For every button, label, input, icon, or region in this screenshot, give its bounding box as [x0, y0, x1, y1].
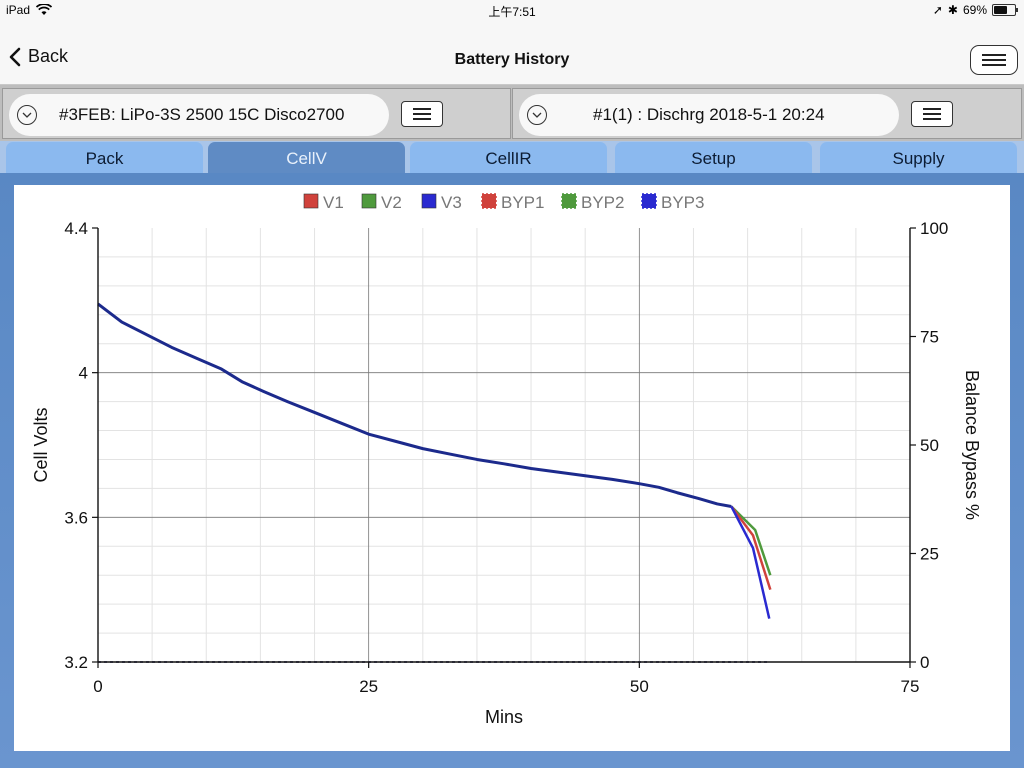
pack-menu-button[interactable]	[401, 101, 443, 127]
legend-label-byp3: BYP3	[661, 193, 704, 212]
legend-label-v1: V1	[323, 193, 344, 212]
x-tick-label: 0	[93, 677, 102, 696]
series-v3	[730, 505, 771, 619]
legend-label-v2: V2	[381, 193, 402, 212]
battery-icon	[992, 4, 1018, 16]
y-tick-label: 4	[79, 364, 88, 383]
selector-bar: #3FEB: LiPo-3S 2500 15C Disco2700 #1(1) …	[0, 85, 1024, 141]
y2-tick-label: 75	[920, 328, 939, 347]
cell-voltage-chart: 0 25 50 75 3.2 3.6 4 4.4 0 25 50 75 100 V1 V2 V3 BYP1 BY…	[31, 193, 982, 727]
page-title: Battery History	[454, 51, 570, 68]
legend-label-byp2: BYP2	[581, 193, 624, 212]
hamburger-icon	[982, 54, 1006, 66]
y2-tick-label: 100	[920, 219, 948, 238]
chart-area: 0 25 50 75 3.2 3.6 4 4.4 0 25 50 75 100 V1 V2 V3 BYP1 BY…	[14, 185, 1010, 751]
y-tick-label: 4.4	[64, 219, 88, 238]
y-axis-title: Cell Volts	[31, 407, 51, 482]
legend-swatch-byp1	[481, 193, 497, 209]
y2-tick-label: 0	[920, 653, 929, 672]
legend-label-v3: V3	[441, 193, 462, 212]
location-icon: ➚	[932, 3, 943, 17]
y-tick-label: 3.2	[64, 653, 88, 672]
pack-selector-panel: #3FEB: LiPo-3S 2500 15C Disco2700	[2, 88, 511, 139]
tab-cellv[interactable]: CellV	[208, 142, 405, 173]
tab-bar: Pack CellV CellIR Setup Supply	[0, 141, 1024, 173]
legend-swatch-byp3	[641, 193, 657, 209]
log-selector[interactable]: #1(1) : Dischrg 2018-5-1 20:24	[519, 94, 899, 136]
pack-selector-label: #3FEB: LiPo-3S 2500 15C Disco2700	[59, 105, 345, 124]
legend-label-byp1: BYP1	[501, 193, 544, 212]
legend-swatch-v3	[421, 193, 437, 209]
clock: 上午7:51	[488, 5, 536, 19]
pack-selector[interactable]: #3FEB: LiPo-3S 2500 15C Disco2700	[9, 94, 389, 136]
hamburger-icon	[923, 108, 941, 120]
y2-tick-label: 50	[920, 436, 939, 455]
battery-percent: 69%	[962, 3, 987, 17]
x-tick-label: 75	[901, 677, 920, 696]
tab-supply[interactable]: Supply	[820, 142, 1017, 173]
bluetooth-icon: ✱	[947, 3, 958, 17]
navigation-bar: Back Battery History	[0, 20, 1024, 85]
legend-swatch-v2	[361, 193, 377, 209]
chevron-down-icon	[527, 105, 547, 125]
x-axis-title: Mins	[485, 707, 523, 727]
chart-frame: 0 25 50 75 3.2 3.6 4 4.4 0 25 50 75 100 V1 V2 V3 BYP1 BY…	[0, 173, 1024, 768]
x-tick-label: 50	[630, 677, 649, 696]
tab-pack[interactable]: Pack	[6, 142, 203, 173]
tab-setup[interactable]: Setup	[615, 142, 812, 173]
y-tick-label: 3.6	[64, 508, 88, 527]
log-menu-button[interactable]	[911, 101, 953, 127]
y2-tick-label: 25	[920, 545, 939, 564]
chevron-down-icon	[17, 105, 37, 125]
tab-cellir[interactable]: CellIR	[410, 142, 607, 173]
series-v-shared	[97, 302, 732, 508]
log-selector-panel: #1(1) : Dischrg 2018-5-1 20:24	[512, 88, 1022, 139]
legend-swatch-v1	[303, 193, 319, 209]
status-bar: iPad 上午7:51 ➚ ✱ 69%	[0, 0, 1024, 20]
main-menu-button[interactable]	[970, 45, 1018, 75]
x-tick-label: 25	[359, 677, 378, 696]
hamburger-icon	[413, 108, 431, 120]
y2-axis-title: Balance Bypass %	[962, 370, 982, 520]
legend-swatch-byp2	[561, 193, 577, 209]
log-selector-label: #1(1) : Dischrg 2018-5-1 20:24	[593, 105, 825, 124]
